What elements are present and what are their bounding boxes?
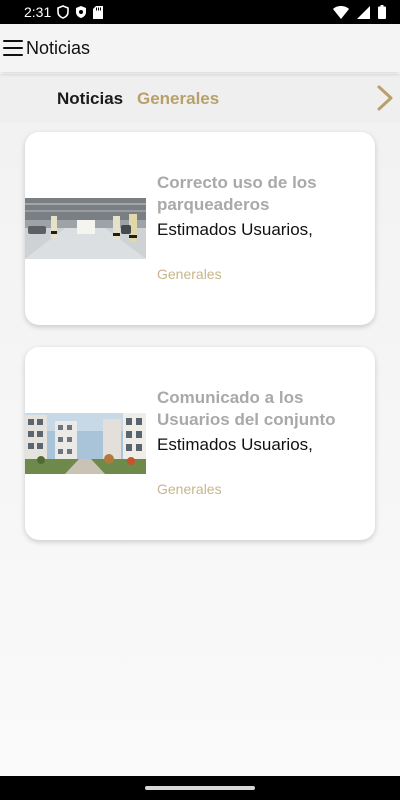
wifi-icon [333, 5, 349, 19]
status-bar: 2:31 [0, 0, 400, 24]
news-list: Correcto uso de los parqueaderos Estimad… [0, 122, 400, 776]
parking-garage-photo [25, 198, 146, 259]
news-excerpt: Estimados Usuarios, [157, 220, 313, 239]
tab-generales[interactable]: Generales [137, 89, 219, 109]
news-title: Correcto uso de los parqueaderos [157, 173, 317, 214]
app-title: Noticias [26, 37, 91, 58]
news-card[interactable]: Comunicado a los Usuarios del conjunto E… [25, 347, 375, 540]
news-category: Generales [157, 481, 222, 497]
vpn-shield-icon [57, 5, 70, 19]
news-title: Comunicado a los Usuarios del conjunto [157, 388, 336, 429]
battery-icon [378, 5, 386, 19]
chevron-right-icon[interactable] [376, 85, 394, 111]
app-bar: Noticias [0, 24, 400, 72]
sd-card-icon [93, 5, 104, 19]
system-navigation-bar [0, 776, 400, 800]
hamburger-menu-icon[interactable] [3, 40, 23, 56]
category-tabs: Noticias Generales [0, 74, 400, 122]
news-category: Generales [157, 266, 222, 282]
apartment-buildings-photo [25, 413, 146, 474]
home-gesture-handle[interactable] [145, 786, 255, 790]
news-card[interactable]: Correcto uso de los parqueaderos Estimad… [25, 132, 375, 325]
privacy-shield-icon [76, 6, 87, 18]
status-time: 2:31 [24, 4, 52, 20]
tab-noticias[interactable]: Noticias [57, 89, 123, 109]
news-excerpt: Estimados Usuarios, [157, 435, 313, 454]
signal-icon [357, 5, 370, 19]
